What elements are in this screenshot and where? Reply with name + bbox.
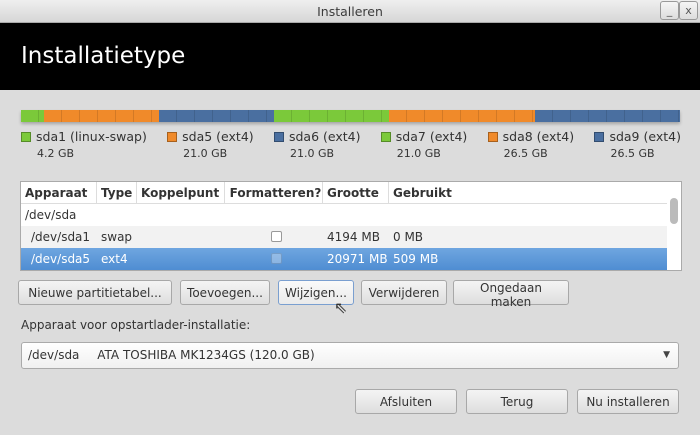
undo-button[interactable]: Ongedaan maken bbox=[453, 280, 569, 309]
partition-size: 26.5 GB bbox=[503, 147, 548, 160]
partition-size: 21.0 GB bbox=[396, 147, 441, 160]
partition-segment bbox=[534, 110, 681, 122]
legend-item: sda5 (ext4) 21.0 GB bbox=[167, 129, 254, 160]
col-gebruikt[interactable]: Gebruikt bbox=[389, 182, 649, 203]
used-cell: 0 MB bbox=[393, 230, 424, 244]
mouse-cursor-icon: ⇖ bbox=[334, 298, 348, 317]
dropdown-arrow-icon: ▼ bbox=[663, 350, 670, 360]
device-cell: /dev/sda5 bbox=[31, 252, 91, 266]
partition-bar bbox=[21, 110, 681, 122]
partition-name: sda5 (ext4) bbox=[182, 129, 254, 144]
used-cell: 509 MB bbox=[393, 252, 439, 266]
delete-button[interactable]: Verwijderen bbox=[361, 280, 447, 305]
partition-size: 21.0 GB bbox=[183, 147, 228, 160]
add-button[interactable]: Toevoegen... bbox=[180, 280, 270, 305]
scrollbar-thumb[interactable] bbox=[670, 198, 678, 224]
window-title: Installeren bbox=[317, 4, 383, 19]
bootloader-label: Apparaat voor opstartlader-installatie: bbox=[21, 318, 251, 332]
format-checkbox[interactable] bbox=[270, 253, 282, 264]
legend-item: sda7 (ext4) 21.0 GB bbox=[380, 129, 468, 160]
partition-segment bbox=[44, 110, 160, 122]
partition-table: Apparaat Type Koppelpunt Formatteren? Gr… bbox=[20, 181, 682, 271]
mount-cell bbox=[137, 226, 225, 248]
partition-size: 21.0 GB bbox=[289, 147, 335, 160]
partition-size: 4.2 GB bbox=[37, 147, 75, 160]
minimize-button[interactable]: _ bbox=[660, 1, 679, 20]
partition-name: sda1 (linux-swap) bbox=[36, 129, 147, 144]
close-button[interactable]: x bbox=[679, 1, 698, 20]
format-cell bbox=[225, 226, 323, 248]
color-swatch bbox=[594, 132, 605, 142]
table-scrollbar[interactable] bbox=[667, 182, 681, 270]
color-swatch bbox=[273, 132, 284, 142]
partition-segment bbox=[389, 110, 535, 122]
mount-cell bbox=[137, 248, 225, 270]
col-formatteren[interactable]: Formatteren? bbox=[225, 182, 323, 203]
partition-name: sda7 (ext4) bbox=[395, 129, 468, 144]
device-cell: /dev/sda1 bbox=[31, 230, 91, 244]
partition-size: 26.5 GB bbox=[610, 147, 655, 160]
install-now-button[interactable]: Nu installeren bbox=[577, 389, 679, 414]
device-cell: /dev/sda bbox=[25, 208, 77, 222]
title-bar: Installeren _ x bbox=[0, 0, 700, 23]
legend-item: sda9 (ext4) 26.5 GB bbox=[594, 129, 681, 160]
size-cell: 4194 MB bbox=[327, 230, 380, 244]
selected-device-description: ATA TOSHIBA MK1234GS (120.0 GB) bbox=[97, 348, 315, 362]
type-cell: ext4 bbox=[101, 252, 128, 266]
legend-item: sda8 (ext4) 26.5 GB bbox=[487, 129, 575, 160]
legend-item: sda1 (linux-swap) 4.2 GB bbox=[21, 129, 147, 160]
partition-name: sda8 (ext4) bbox=[502, 129, 575, 144]
color-swatch bbox=[21, 132, 31, 142]
color-swatch bbox=[380, 132, 391, 142]
col-type[interactable]: Type bbox=[97, 182, 137, 203]
format-checkbox[interactable] bbox=[270, 231, 282, 242]
color-swatch bbox=[167, 132, 178, 142]
type-cell: swap bbox=[101, 230, 133, 244]
legend-item: sda6 (ext4) 21.0 GB bbox=[273, 129, 361, 160]
quit-button[interactable]: Afsluiten bbox=[355, 389, 457, 414]
new-partition-table-button[interactable]: Nieuwe partitietabel... bbox=[18, 280, 172, 305]
partition-segment bbox=[159, 110, 275, 122]
table-header: Apparaat Type Koppelpunt Formatteren? Gr… bbox=[21, 182, 681, 204]
partition-segment bbox=[274, 110, 390, 122]
color-swatch bbox=[487, 132, 498, 142]
format-cell bbox=[225, 248, 323, 270]
size-cell: 20971 MB bbox=[327, 252, 388, 266]
bootloader-device-select[interactable]: /dev/sda ATA TOSHIBA MK1234GS (120.0 GB)… bbox=[21, 342, 679, 369]
col-koppelpunt[interactable]: Koppelpunt bbox=[137, 182, 225, 203]
col-grootte[interactable]: Grootte bbox=[323, 182, 389, 203]
partition-name: sda6 (ext4) bbox=[288, 129, 361, 144]
table-row[interactable]: /dev/sda1 swap 4194 MB 0 MB bbox=[21, 226, 681, 248]
back-button[interactable]: Terug bbox=[466, 389, 568, 414]
table-row[interactable]: /dev/sda bbox=[21, 204, 681, 226]
col-apparaat[interactable]: Apparaat bbox=[21, 182, 97, 203]
selected-device: /dev/sda bbox=[28, 348, 80, 362]
partition-segment bbox=[21, 110, 45, 122]
table-row-selected[interactable]: /dev/sda5 ext4 20971 MB 509 MB bbox=[21, 248, 681, 270]
partition-name: sda9 (ext4) bbox=[609, 129, 681, 144]
page-title: Installatietype bbox=[0, 23, 700, 90]
partition-legend: sda1 (linux-swap) 4.2 GB sda5 (ext4) 21.0 G… bbox=[21, 129, 681, 160]
